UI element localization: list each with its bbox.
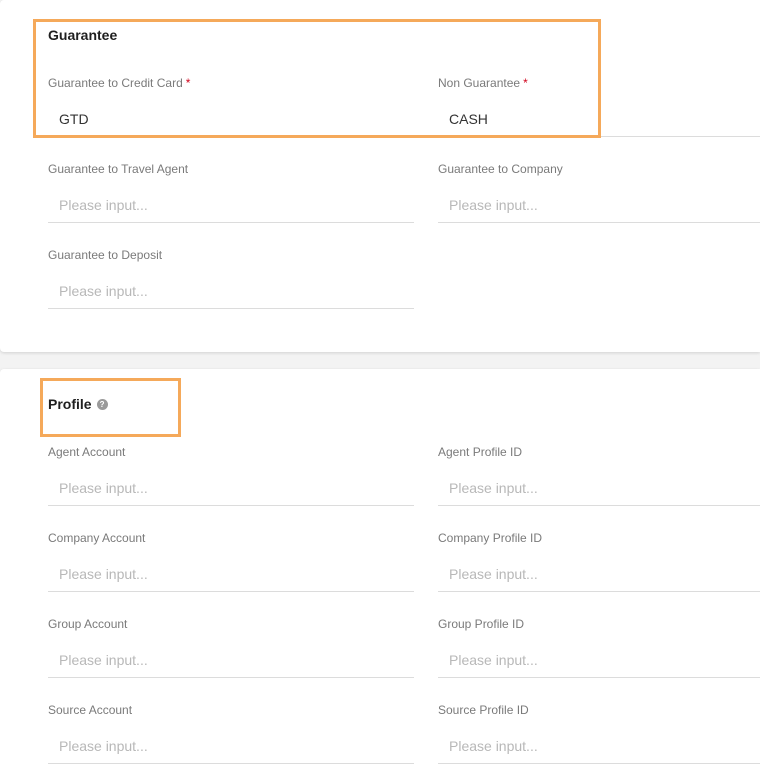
- field-label: Company Account: [48, 531, 146, 545]
- source-profile-id-input[interactable]: [438, 728, 760, 764]
- source-profile-id-field: Source Profile ID: [438, 702, 760, 764]
- guarantee-to-company-input[interactable]: [438, 187, 760, 223]
- agent-account-field: Agent Account: [48, 444, 414, 506]
- field-label: Agent Account: [48, 445, 126, 459]
- guarantee-to-credit-card-input[interactable]: [48, 101, 414, 137]
- field-label: Guarantee to Travel Agent: [48, 162, 189, 176]
- agent-profile-id-input[interactable]: [438, 470, 760, 506]
- guarantee-to-travel-agent-input[interactable]: [48, 187, 414, 223]
- field-label: Group Account: [48, 617, 128, 631]
- required-mark: *: [185, 76, 191, 90]
- source-account-input[interactable]: [48, 728, 414, 764]
- group-account-field: Group Account: [48, 616, 414, 678]
- group-profile-id-field: Group Profile ID: [438, 616, 760, 678]
- group-profile-id-input[interactable]: [438, 642, 760, 678]
- company-profile-id-field: Company Profile ID: [438, 530, 760, 592]
- profile-card: Profile ? Agent Account Agent Profile ID…: [0, 369, 760, 779]
- guarantee-section-title: Guarantee: [48, 27, 117, 43]
- agent-profile-id-field: Agent Profile ID: [438, 444, 760, 506]
- guarantee-to-credit-card-field: Guarantee to Credit Card *: [48, 75, 414, 137]
- field-label: Guarantee to Company: [438, 162, 563, 176]
- company-profile-id-input[interactable]: [438, 556, 760, 592]
- required-mark: *: [523, 76, 528, 90]
- company-account-field: Company Account: [48, 530, 414, 592]
- non-guarantee-field: Non Guarantee *: [438, 75, 760, 137]
- field-label: Agent Profile ID: [438, 445, 523, 459]
- field-label: Group Profile ID: [438, 617, 525, 631]
- company-account-input[interactable]: [48, 556, 414, 592]
- field-label: Source Profile ID: [438, 703, 529, 717]
- source-account-field: Source Account: [48, 702, 414, 764]
- guarantee-to-company-field: Guarantee to Company: [438, 161, 760, 223]
- group-account-input[interactable]: [48, 642, 414, 678]
- field-label: Non Guarantee *: [438, 76, 528, 90]
- agent-account-input[interactable]: [48, 470, 414, 506]
- guarantee-title-text: Guarantee: [48, 27, 118, 43]
- field-label: Guarantee to Deposit: [48, 248, 163, 262]
- field-label: Company Profile ID: [438, 531, 543, 545]
- guarantee-card: Guarantee Guarantee to Credit Card* Non …: [0, 0, 760, 352]
- guarantee-to-travel-agent-field: Guarantee to Travel Agent: [48, 161, 414, 223]
- field-label: Guarantee to Credit Card *: [48, 76, 191, 90]
- profile-title-text: Profile: [48, 396, 92, 412]
- field-label: Source Account: [48, 703, 133, 717]
- guarantee-to-deposit-input[interactable]: [48, 273, 414, 309]
- profile-section-title: Profile ?: [48, 396, 108, 412]
- guarantee-to-deposit-field: Guarantee to Deposit: [48, 247, 414, 309]
- question-circle-icon[interactable]: ?: [96, 398, 108, 410]
- non-guarantee-input[interactable]: [438, 101, 760, 137]
